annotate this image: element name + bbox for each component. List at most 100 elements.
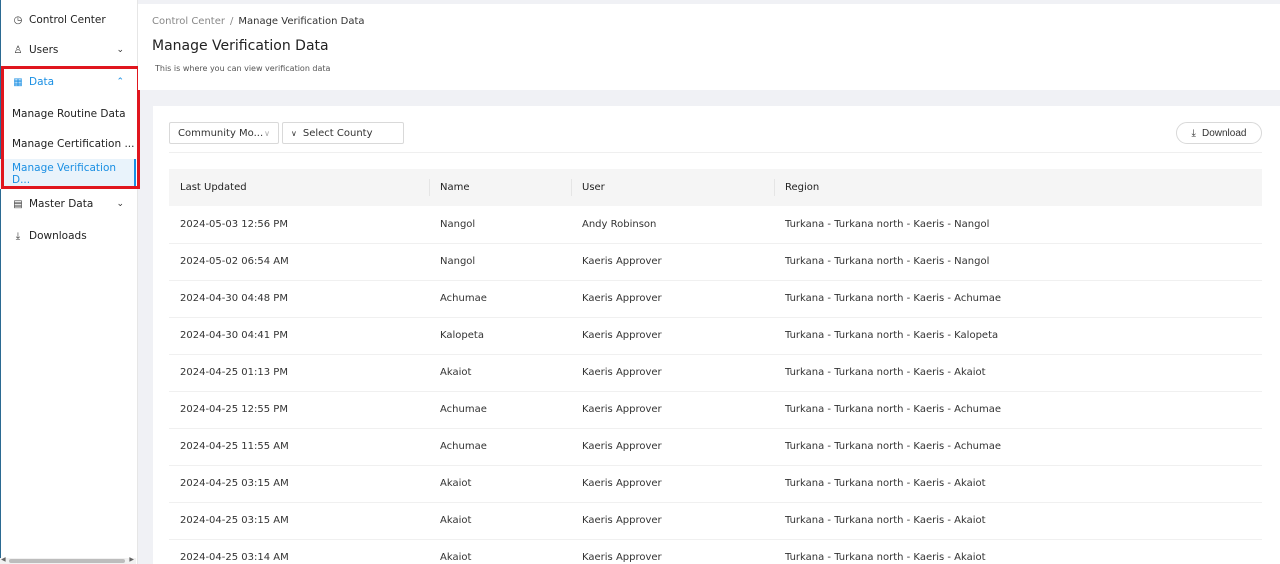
cell-region: Turkana - Turkana north - Kaeris - Kalop…: [774, 317, 1262, 355]
cell-last-updated: 2024-04-25 12:55 PM: [169, 391, 429, 429]
table-row[interactable]: 2024-04-25 03:14 AM Akaiot Kaeris Approver…: [169, 539, 1262, 564]
cell-user: Kaeris Approver: [571, 539, 774, 564]
cell-user: Andy Robinson: [571, 206, 774, 244]
sidebar-item-label: Manage Verification D...: [12, 162, 117, 186]
county-select-placeholder: Select County: [302, 127, 373, 139]
breadcrumb-current: Manage Verification Data: [238, 16, 365, 27]
cell-last-updated: 2024-04-25 03:14 AM: [169, 539, 429, 564]
download-button[interactable]: ⤓ Download: [1176, 122, 1262, 144]
sidebar-item-control-center[interactable]: ◷ Control Center: [0, 5, 136, 35]
cell-region: Turkana - Turkana north - Kaeris - Achum…: [774, 280, 1262, 318]
download-icon: ⤓: [1191, 127, 1196, 139]
sidebar-item-label: Data: [29, 76, 55, 88]
cell-user: Kaeris Approver: [571, 502, 774, 540]
sidebar-item-label: Downloads: [29, 230, 87, 242]
horizontal-scrollbar[interactable]: ◀ ▶: [0, 556, 136, 564]
chevron-up-icon: ⌃: [116, 77, 124, 87]
divider: [169, 152, 1262, 153]
sidebar-item-downloads[interactable]: ⤓ Downloads: [0, 221, 136, 251]
table-row[interactable]: 2024-04-25 03:15 AM Akaiot Kaeris Approver…: [169, 502, 1262, 540]
download-icon: ⤓: [15, 230, 21, 242]
verification-table: Last Updated Name User Region 2024-05-03…: [169, 169, 1262, 564]
cell-region: Turkana - Turkana north - Kaeris - Achum…: [774, 391, 1262, 429]
breadcrumb: Control Center / Manage Verification Data: [152, 16, 365, 27]
user-icon: ♙: [13, 44, 23, 56]
cell-user: Kaeris Approver: [571, 465, 774, 503]
column-header-user[interactable]: User: [571, 169, 774, 206]
document-icon: ▤: [13, 198, 23, 210]
breadcrumb-root[interactable]: Control Center: [152, 16, 225, 27]
cell-region: Turkana - Turkana north - Kaeris - Achum…: [774, 428, 1262, 466]
sidebar-item-label: Manage Certification ...: [12, 138, 135, 150]
sidebar-item-master-data[interactable]: ▤ Master Data ⌄: [0, 189, 136, 219]
cell-last-updated: 2024-04-30 04:41 PM: [169, 317, 429, 355]
cell-name: Kalopeta: [429, 317, 571, 355]
cell-name: Achumae: [429, 280, 571, 318]
column-header-name[interactable]: Name: [429, 169, 571, 206]
cell-user: Kaeris Approver: [571, 391, 774, 429]
cell-name: Nangol: [429, 206, 571, 244]
app: ◷ Control Center ♙ Users ⌄ ▦ Data ⌃ Mana…: [0, 0, 1280, 564]
column-header-region[interactable]: Region: [774, 169, 1262, 206]
cell-user: Kaeris Approver: [571, 243, 774, 281]
table-row[interactable]: 2024-04-30 04:48 PM Achumae Kaeris Approve…: [169, 280, 1262, 318]
column-header-last-updated[interactable]: Last Updated: [169, 169, 429, 206]
county-select[interactable]: ∨ Select County: [282, 122, 404, 144]
page-title: Manage Verification Data: [152, 38, 329, 54]
cell-last-updated: 2024-05-02 06:54 AM: [169, 243, 429, 281]
page-header: Control Center / Manage Verification Data …: [138, 4, 1280, 90]
cell-last-updated: 2024-04-25 03:15 AM: [169, 465, 429, 503]
cell-region: Turkana - Turkana north - Kaeris - Akaio…: [774, 502, 1262, 540]
data-card: Community Mo... ∨ ∨ Select County ⤓ Down…: [153, 106, 1280, 564]
cell-name: Achumae: [429, 391, 571, 429]
cell-user: Kaeris Approver: [571, 280, 774, 318]
download-button-label: Download: [1201, 127, 1247, 139]
cell-region: Turkana - Turkana north - Kaeris - Akaio…: [774, 354, 1262, 392]
cell-name: Akaiot: [429, 502, 571, 540]
table-row[interactable]: 2024-05-02 06:54 AM Nangol Kaeris Approver…: [169, 243, 1262, 281]
cell-last-updated: 2024-05-03 12:56 PM: [169, 206, 429, 244]
sidebar: ◷ Control Center ♙ Users ⌄ ▦ Data ⌃ Mana…: [0, 0, 140, 564]
scroll-left-icon[interactable]: ◀: [1, 556, 6, 563]
chevron-down-icon: ⌄: [116, 199, 124, 209]
cell-name: Nangol: [429, 243, 571, 281]
cell-name: Achumae: [429, 428, 571, 466]
sidebar-item-manage-routine-data[interactable]: Manage Routine Data: [0, 99, 136, 129]
cell-user: Kaeris Approver: [571, 317, 774, 355]
cell-last-updated: 2024-04-25 11:55 AM: [169, 428, 429, 466]
cell-name: Akaiot: [429, 465, 571, 503]
sidebar-item-label: Users: [29, 44, 59, 56]
sidebar-item-manage-certification-data[interactable]: Manage Certification ...: [0, 129, 136, 159]
page-subtitle: This is where you can view verification …: [155, 64, 331, 73]
cell-region: Turkana - Turkana north - Kaeris - Akaio…: [774, 465, 1262, 503]
cell-last-updated: 2024-04-25 01:13 PM: [169, 354, 429, 392]
cell-region: Turkana - Turkana north - Kaeris - Akaio…: [774, 539, 1262, 564]
chevron-down-icon: ⌄: [116, 45, 124, 55]
scrollbar-thumb[interactable]: [9, 559, 125, 563]
sidebar-item-label: Control Center: [29, 14, 106, 26]
scroll-right-icon[interactable]: ▶: [129, 556, 134, 563]
sidebar-item-label: Manage Routine Data: [12, 108, 126, 120]
cell-region: Turkana - Turkana north - Kaeris - Nango…: [774, 206, 1262, 244]
table-row[interactable]: 2024-04-25 03:15 AM Akaiot Kaeris Approver…: [169, 465, 1262, 503]
table-icon: ▦: [13, 76, 23, 88]
sidebar-item-label: Master Data: [29, 198, 94, 210]
sidebar-item-users[interactable]: ♙ Users ⌄: [0, 35, 136, 65]
chevron-down-icon: ∨: [291, 128, 297, 138]
cell-region: Turkana - Turkana north - Kaeris - Nango…: [774, 243, 1262, 281]
dashboard-icon: ◷: [13, 14, 23, 26]
sidebar-item-data[interactable]: ▦ Data ⌃: [0, 67, 136, 97]
cell-last-updated: 2024-04-30 04:48 PM: [169, 280, 429, 318]
cell-name: Akaiot: [429, 539, 571, 564]
sidebar-item-manage-verification-data[interactable]: Manage Verification D...: [0, 159, 136, 189]
table-row[interactable]: 2024-04-25 01:13 PM Akaiot Kaeris Approver…: [169, 354, 1262, 392]
table-row[interactable]: 2024-04-25 11:55 AM Achumae Kaeris Approve…: [169, 428, 1262, 466]
cell-user: Kaeris Approver: [571, 354, 774, 392]
breadcrumb-separator: /: [229, 16, 234, 27]
cell-name: Akaiot: [429, 354, 571, 392]
cell-user: Kaeris Approver: [571, 428, 774, 466]
table-row[interactable]: 2024-04-25 12:55 PM Achumae Kaeris Approve…: [169, 391, 1262, 429]
community-select[interactable]: Community Mo... ∨: [169, 122, 279, 144]
table-row[interactable]: 2024-05-03 12:56 PM Nangol Andy Robinson Tu…: [169, 206, 1262, 244]
table-row[interactable]: 2024-04-30 04:41 PM Kalopeta Kaeris Approv…: [169, 317, 1262, 355]
